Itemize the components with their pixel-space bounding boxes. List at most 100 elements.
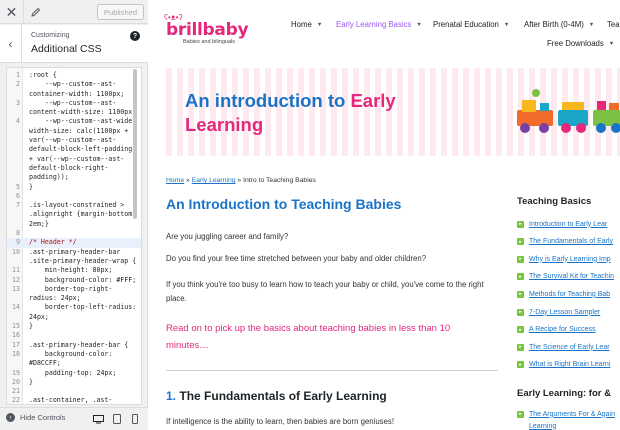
- breadcrumb-early-learning[interactable]: Early Learning: [192, 177, 236, 184]
- code-line[interactable]: 20}: [7, 378, 141, 387]
- sidebar-item[interactable]: ▸ The Science of Early Lear: [517, 341, 610, 353]
- code-line[interactable]: 22 .ast-container, .ast-: [7, 396, 141, 404]
- code-text[interactable]: }: [29, 183, 33, 192]
- sidebar-link[interactable]: A Recipe for Success: [529, 326, 596, 333]
- code-text[interactable]: default-block-left-padding): [29, 145, 136, 154]
- code-line[interactable]: 10 .ast-primary-header-bar: [7, 248, 141, 257]
- code-text[interactable]: #D8CCFF;: [29, 359, 61, 368]
- code-line[interactable]: 7 .is-layout-constrained >: [7, 201, 141, 210]
- code-text[interactable]: .ast-primary-header-bar {: [29, 341, 128, 350]
- code-text[interactable]: default-block-right-: [29, 164, 108, 173]
- nav-home[interactable]: Home ▼: [291, 20, 322, 29]
- code-text[interactable]: border-top-left-radius:: [29, 303, 136, 312]
- code-line[interactable]: 17 .ast-primary-header-bar {: [7, 341, 141, 350]
- sidebar-link[interactable]: Methods for Teaching Bab: [529, 291, 610, 298]
- breadcrumb-home[interactable]: Home: [166, 177, 184, 184]
- code-text[interactable]: var(--wp--custom--ast-: [29, 136, 116, 145]
- nav-tea[interactable]: Tea: [607, 20, 620, 29]
- sidebar-item[interactable]: ▸ Why is Early Learning Imp: [517, 253, 611, 265]
- code-line[interactable]: #D8CCFF;: [7, 359, 141, 368]
- nav-early-learning[interactable]: Early Learning Basics ▼: [336, 20, 422, 29]
- sidebar-item[interactable]: ▸ The Survival Kit for Teachin: [517, 271, 614, 283]
- code-line[interactable]: radius: 24px;: [7, 294, 141, 303]
- code-text[interactable]: }: [29, 378, 33, 387]
- code-line[interactable]: 6: [7, 192, 141, 201]
- code-line[interactable]: 12 background-color: #FFF;: [7, 276, 141, 285]
- code-lines[interactable]: 1:root {2 --wp--custom--ast-container-wi…: [7, 71, 141, 404]
- code-line[interactable]: 5}: [7, 183, 141, 192]
- sidebar-link[interactable]: The Arguments For & Again: [529, 411, 615, 418]
- close-icon[interactable]: ✕: [0, 0, 24, 24]
- code-line[interactable]: 21: [7, 387, 141, 396]
- sidebar-link[interactable]: The Science of Early Lear: [529, 344, 610, 351]
- code-text[interactable]: min-height: 80px;: [29, 266, 113, 275]
- code-text[interactable]: border-top-right-: [29, 285, 113, 294]
- code-line[interactable]: default-block-right-: [7, 164, 141, 173]
- sidebar-link[interactable]: Why is Early Learning Imp: [529, 256, 611, 263]
- code-line[interactable]: default-block-left-padding): [7, 145, 141, 154]
- sidebar-item[interactable]: ▸ The Arguments For & Again: [517, 408, 615, 420]
- nav-after-birth[interactable]: After Birth (0-4M) ▼: [524, 20, 594, 29]
- code-line[interactable]: 19 padding-top: 24px;: [7, 369, 141, 378]
- code-text[interactable]: background-color:: [29, 350, 113, 359]
- sidebar-link[interactable]: Learning: [529, 423, 556, 430]
- code-line[interactable]: 18 background-color:: [7, 350, 141, 359]
- editor-scrollbar[interactable]: [132, 67, 138, 405]
- sidebar-link[interactable]: The Fundamentals of Early: [529, 238, 613, 245]
- sidebar-item[interactable]: ▸ The Fundamentals of Early: [517, 236, 613, 248]
- tablet-preview-icon[interactable]: [111, 413, 123, 425]
- code-text[interactable]: + var(--wp--custom--ast-: [29, 155, 124, 164]
- code-text[interactable]: .ast-container, .ast-: [29, 396, 112, 404]
- code-text[interactable]: container-width: 1100px;: [29, 90, 124, 99]
- help-icon[interactable]: ?: [130, 31, 140, 41]
- code-text[interactable]: /* Header */: [29, 238, 77, 247]
- code-line[interactable]: + var(--wp--custom--ast-: [7, 155, 141, 164]
- hide-controls-button[interactable]: ‹ Hide Controls: [6, 413, 65, 422]
- code-text[interactable]: 24px;: [29, 313, 49, 322]
- sidebar-item[interactable]: ▸ What is Right Brain Learni: [517, 359, 610, 371]
- code-text[interactable]: 2em;}: [29, 220, 49, 229]
- code-line[interactable]: 4 --wp--custom--ast-wide-: [7, 117, 141, 126]
- code-text[interactable]: radius: 24px;: [29, 294, 81, 303]
- nav-prenatal[interactable]: Prenatal Education ▼: [433, 20, 509, 29]
- sidebar-item[interactable]: ▸ 7-Day Lesson Sampler: [517, 306, 600, 318]
- code-text[interactable]: padding));: [29, 173, 69, 182]
- code-line[interactable]: 24px;: [7, 313, 141, 322]
- sidebar-link[interactable]: Introduction to Early Lear: [529, 221, 607, 228]
- code-text[interactable]: --wp--custom--ast-: [29, 80, 116, 89]
- code-text[interactable]: .is-layout-constrained >: [29, 201, 124, 210]
- published-button[interactable]: Published: [97, 4, 144, 20]
- code-line[interactable]: 3 --wp--custom--ast-: [7, 99, 141, 108]
- code-line[interactable]: width-size: calc(1100px +: [7, 127, 141, 136]
- code-line[interactable]: content-width-size: 1100px;: [7, 108, 141, 117]
- back-chevron-icon[interactable]: ‹: [0, 25, 22, 63]
- code-line[interactable]: 15}: [7, 322, 141, 331]
- code-line[interactable]: container-width: 1100px;: [7, 90, 141, 99]
- sidebar-link[interactable]: 7-Day Lesson Sampler: [529, 309, 600, 316]
- code-line[interactable]: padding));: [7, 173, 141, 182]
- code-line[interactable]: 14 border-top-left-radius:: [7, 303, 141, 312]
- code-line[interactable]: 9 /* Header */: [7, 238, 141, 248]
- code-text[interactable]: width-size: calc(1100px +: [29, 127, 128, 136]
- site-logo[interactable]: ʕ•ᴥ•ʔ brillbaby Babies and bilinguals: [164, 13, 249, 45]
- code-line[interactable]: 2 --wp--custom--ast-: [7, 80, 141, 89]
- sidebar-item[interactable]: ▸Learning: [517, 420, 556, 430]
- code-text[interactable]: background-color: #FFF;: [29, 276, 136, 285]
- code-text[interactable]: .site-primary-header-wrap {: [29, 257, 136, 266]
- code-line[interactable]: 2em;}: [7, 220, 141, 229]
- code-text[interactable]: --wp--custom--ast-wide-: [29, 117, 136, 126]
- code-line[interactable]: 13 border-top-right-: [7, 285, 141, 294]
- css-code-editor[interactable]: 1:root {2 --wp--custom--ast-container-wi…: [6, 67, 142, 405]
- code-text[interactable]: .alignright {margin-bottom:: [29, 210, 136, 219]
- code-text[interactable]: .ast-primary-header-bar: [29, 248, 120, 257]
- code-text[interactable]: padding-top: 24px;: [29, 369, 116, 378]
- code-text[interactable]: --wp--custom--ast-: [29, 99, 116, 108]
- code-line[interactable]: 8: [7, 229, 141, 238]
- sidebar-item[interactable]: ▸ Introduction to Early Lear: [517, 218, 607, 230]
- sidebar-link[interactable]: The Survival Kit for Teachin: [529, 273, 614, 280]
- code-line[interactable]: .alignright {margin-bottom:: [7, 210, 141, 219]
- code-text[interactable]: }: [29, 322, 33, 331]
- code-line[interactable]: 1:root {: [7, 71, 141, 80]
- code-line[interactable]: .site-primary-header-wrap {: [7, 257, 141, 266]
- sidebar-item[interactable]: ▸ Methods for Teaching Bab: [517, 288, 610, 300]
